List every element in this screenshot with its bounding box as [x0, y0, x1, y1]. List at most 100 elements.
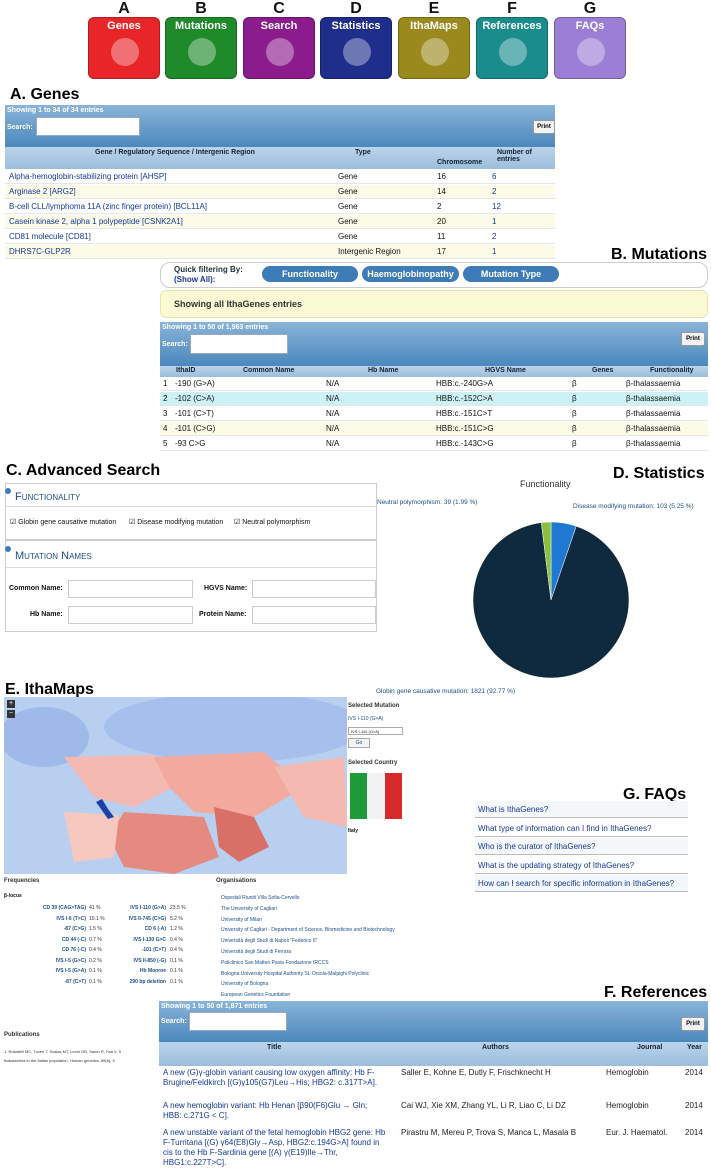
- freq-mutation[interactable]: IVS I-110 (G>A): [104, 905, 166, 911]
- zoom-in-button[interactable]: +: [7, 700, 15, 708]
- genes-col-gene[interactable]: Gene / Regulatory Sequence / Intergenic …: [95, 149, 255, 156]
- freq-mutation[interactable]: IVS II-850 (-G): [104, 958, 166, 964]
- cell[interactable]: 12: [492, 200, 501, 214]
- genes-col-chromosome[interactable]: Chromosome: [437, 159, 482, 166]
- genes-search-input[interactable]: [36, 117, 140, 136]
- table-row[interactable]: 3 -101 (C>T) N/A HBB:c.-151C>T β β-thalassaem…: [160, 407, 708, 421]
- tile-ithamaps[interactable]: IthaMaps: [398, 17, 470, 79]
- table-row[interactable]: 4 -101 (C>G) N/A HBB:c.-151C>G β β-thalassaem…: [160, 422, 708, 436]
- freq-value: 0.2 %: [89, 957, 102, 964]
- ref-col-journal[interactable]: Journal: [637, 1044, 662, 1051]
- cell[interactable]: 2: [492, 230, 496, 244]
- organisation-link[interactable]: Università degli Studi di Napoli "Federi…: [221, 938, 317, 944]
- faq-item[interactable]: How can I search for specific informatio…: [475, 875, 688, 892]
- cell[interactable]: 1: [492, 245, 496, 259]
- organisation-link[interactable]: The University of Cagliari: [221, 906, 277, 912]
- table-row[interactable]: 2 -102 (C>A) N/A HBB:c.-152C>A β β-thalassaem…: [160, 392, 708, 406]
- organisation-link[interactable]: European Genetics Foundation: [221, 992, 290, 998]
- selected-mutation-label: Selected Mutation: [348, 703, 400, 709]
- go-button[interactable]: Go: [348, 738, 370, 748]
- tile-mutations[interactable]: Mutations: [165, 17, 237, 79]
- zoom-out-button[interactable]: −: [7, 710, 15, 718]
- genes-print-button[interactable]: Print: [533, 120, 555, 134]
- freq-mutation[interactable]: CD 39 (CAG>TAG): [4, 905, 86, 911]
- filter-mutation-type[interactable]: Mutation Type: [463, 266, 559, 282]
- tile-faqs[interactable]: FAQs: [554, 17, 626, 79]
- check-modifying[interactable]: ☑ Disease modifying mutation: [129, 518, 223, 526]
- cell[interactable]: 2: [492, 185, 496, 199]
- tile-label: Statistics: [331, 20, 381, 32]
- cell[interactable]: 6: [492, 170, 496, 184]
- cell[interactable]: B-cell CLL/lymphoma 11A (zinc finger pro…: [9, 200, 207, 214]
- freq-mutation[interactable]: CD 6 (-A): [104, 926, 166, 932]
- freq-mutation[interactable]: CD 44 (-C): [4, 937, 86, 943]
- table-row[interactable]: 5 -93 C>G N/A HBB:c.-143C>G β β-thalassaemia: [160, 437, 708, 451]
- cell[interactable]: Alpha-hemoglobin-stabilizing protein [AH…: [9, 170, 166, 184]
- freq-mutation[interactable]: IVS I-5 (G>C): [4, 958, 86, 964]
- table-row[interactable]: 1 -190 (G>A) N/A HBB:c.-240G>A β β-thalassaem…: [160, 377, 708, 391]
- organisation-link[interactable]: University of Cagliari - Department of S…: [221, 927, 395, 933]
- faq-item[interactable]: What is the updating strategy of IthaGen…: [475, 856, 688, 874]
- show-all-link[interactable]: (Show All):: [174, 275, 215, 284]
- organisation-link[interactable]: University of Milan: [221, 917, 262, 923]
- references-search-input[interactable]: [189, 1012, 287, 1031]
- faq-item[interactable]: What is IthaGenes?: [475, 801, 688, 818]
- organisation-link[interactable]: Ospedali Riuniti Villa Sofia-Cervello: [221, 895, 300, 901]
- freq-mutation[interactable]: -87 (C>T): [4, 979, 86, 985]
- reference-title-link[interactable]: A new unstable variant of the fetal hemo…: [163, 1128, 387, 1168]
- freq-mutation[interactable]: -101 (C>T): [104, 947, 166, 953]
- check-causative[interactable]: ☑ Globin gene causative mutation: [10, 518, 116, 526]
- mutations-print-button[interactable]: Print: [681, 332, 705, 346]
- hb-name-input[interactable]: [68, 606, 193, 624]
- references-print-button[interactable]: Print: [681, 1017, 705, 1031]
- mutation-select[interactable]: IVS I-110 (G>A): [348, 727, 403, 735]
- tile-genes[interactable]: Genes: [88, 17, 160, 79]
- cell[interactable]: DHRS7C-GLP2R: [9, 245, 71, 259]
- freq-mutation[interactable]: 290 bp deletion: [104, 979, 166, 985]
- organisation-link[interactable]: University of Bologna: [221, 981, 268, 987]
- mut-col-genes[interactable]: Genes: [592, 367, 613, 374]
- freq-mutation[interactable]: CD 76 (-C): [4, 947, 86, 953]
- freq-mutation[interactable]: IVS I-130 G>C: [104, 937, 166, 943]
- tile-search[interactable]: Search: [243, 17, 315, 79]
- genes-col-entries[interactable]: Number of entries: [497, 149, 555, 163]
- mut-col-common[interactable]: Common Name: [243, 367, 294, 374]
- hgvs-name-input[interactable]: [252, 580, 376, 598]
- mut-col-id[interactable]: IthaID: [176, 367, 195, 374]
- tile-statistics[interactable]: Statistics: [320, 17, 392, 79]
- cell: β-thalassaemia: [626, 379, 681, 388]
- genes-col-type[interactable]: Type: [355, 149, 371, 156]
- filter-haemoglobinopathy[interactable]: Haemoglobinopathy: [362, 266, 459, 282]
- ref-col-authors[interactable]: Authors: [482, 1044, 509, 1051]
- faq-item[interactable]: Who is the curator of IthaGenes?: [475, 838, 688, 855]
- check-neutral[interactable]: ☑ Neutral polymorphism: [234, 518, 310, 526]
- mut-col-hgvs[interactable]: HGVS Name: [485, 367, 526, 374]
- protein-name-input[interactable]: [252, 606, 376, 624]
- cell[interactable]: Arginase 2 [ARG2]: [9, 185, 76, 199]
- organisation-link[interactable]: Bologna University Hospital Authority St…: [221, 971, 369, 977]
- mutations-search-input[interactable]: [190, 334, 288, 354]
- cell[interactable]: 1: [492, 215, 496, 229]
- mut-col-functionality[interactable]: Functionality: [650, 367, 694, 374]
- tile-references[interactable]: References: [476, 17, 548, 79]
- cell: Gene: [338, 172, 358, 181]
- freq-mutation[interactable]: IVS I-6 (T>C): [4, 916, 86, 922]
- freq-mutation[interactable]: Hb Monroe: [104, 968, 166, 974]
- reference-title-link[interactable]: A new (G)γ-globin variant causing low ox…: [163, 1068, 387, 1088]
- world-map[interactable]: + −: [4, 697, 347, 874]
- ref-col-year[interactable]: Year: [687, 1044, 702, 1051]
- mut-col-hb[interactable]: Hb Name: [368, 367, 398, 374]
- freq-mutation[interactable]: IVS I-5 (G>A): [4, 968, 86, 974]
- common-name-input[interactable]: [68, 580, 193, 598]
- faq-item[interactable]: What type of information can I find in I…: [475, 819, 688, 837]
- publication-line-2: thalassemia in the Italian population. H…: [4, 1058, 115, 1063]
- reference-title-link[interactable]: A new hemoglobin variant: Hb Henan [β90(…: [163, 1101, 387, 1121]
- organisation-link[interactable]: Policlinico San Matteo Pavia Fondazione …: [221, 960, 329, 966]
- ref-col-title[interactable]: Title: [267, 1044, 281, 1051]
- cell[interactable]: Casein kinase 2, alpha 1 polypeptide [CS…: [9, 215, 183, 229]
- filter-functionality[interactable]: Functionality: [262, 266, 358, 282]
- freq-mutation[interactable]: -87 (C>G): [4, 926, 86, 932]
- freq-mutation[interactable]: IVS II-745 (C>G): [104, 916, 166, 922]
- cell[interactable]: CD81 molecule [CD81]: [9, 230, 91, 244]
- organisation-link[interactable]: Università degli Studi di Ferrara: [221, 949, 291, 955]
